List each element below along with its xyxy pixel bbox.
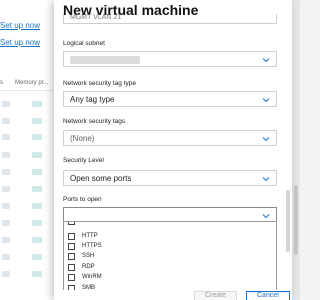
logical-subnet-select[interactable] bbox=[63, 51, 277, 67]
chevron-down-icon bbox=[262, 212, 270, 220]
bg-row-cell bbox=[32, 186, 42, 192]
bg-row-text bbox=[2, 237, 10, 243]
bg-row-cell bbox=[32, 169, 42, 175]
bg-row bbox=[0, 169, 60, 175]
page-scrollbar[interactable] bbox=[292, 0, 300, 300]
ports-dropdown-list[interactable]: HTTP HTTPS SSH RDP WinRM SMB bbox=[63, 221, 277, 300]
new-vm-dialog: New virtual machine MGMT VLAN 21 Logical… bbox=[54, 0, 292, 300]
bg-row bbox=[0, 118, 60, 124]
port-option-label: WinRM bbox=[82, 274, 102, 280]
bg-row-text bbox=[2, 203, 10, 209]
port-option-label: RDP bbox=[82, 264, 95, 270]
bg-col-1: s bbox=[0, 80, 3, 86]
bg-row-cell bbox=[32, 220, 42, 226]
bg-row bbox=[0, 152, 60, 158]
security-level-select[interactable]: Open some ports bbox=[63, 170, 277, 186]
bg-row-cell bbox=[32, 101, 42, 107]
ports-to-open-label: Ports to open bbox=[63, 196, 102, 203]
security-level-value: Open some ports bbox=[70, 174, 132, 183]
port-option-http[interactable]: HTTP bbox=[64, 232, 276, 242]
checkbox-empty-icon[interactable] bbox=[68, 274, 75, 281]
bg-row bbox=[0, 254, 60, 260]
bg-row-text bbox=[2, 169, 10, 175]
vlan-field-cutoff[interactable]: MGMT VLAN 21 bbox=[63, 14, 277, 24]
bg-row-cell bbox=[32, 152, 42, 158]
checkbox-empty-icon[interactable] bbox=[68, 264, 75, 271]
bg-row-text bbox=[2, 101, 10, 107]
chevron-down-icon bbox=[262, 56, 270, 64]
port-option-ssh[interactable]: SSH bbox=[64, 252, 276, 262]
bg-row-cell bbox=[32, 271, 42, 277]
bg-row bbox=[0, 237, 60, 243]
setup-link-2[interactable]: Set up now bbox=[0, 38, 40, 47]
redacted-value bbox=[70, 56, 140, 64]
bg-row bbox=[0, 186, 60, 192]
security-level-label: Security Level bbox=[63, 157, 104, 164]
nsg-tags-select[interactable]: (None) bbox=[63, 130, 277, 146]
bg-row-text bbox=[2, 186, 10, 192]
bg-col-2: Memory pr... bbox=[15, 80, 49, 86]
port-option-label: HTTPS bbox=[82, 243, 102, 249]
page-scrollbar-thumb[interactable] bbox=[294, 185, 298, 255]
checkbox-empty-icon[interactable] bbox=[68, 233, 75, 240]
setup-link[interactable]: Set up now bbox=[0, 21, 40, 30]
nsg-tag-type-select[interactable]: Any tag type bbox=[63, 91, 277, 107]
bg-row-text bbox=[2, 118, 10, 124]
bg-row bbox=[0, 220, 60, 226]
bg-row-text bbox=[2, 152, 10, 158]
bg-row-cell bbox=[32, 118, 42, 124]
chevron-down-icon bbox=[262, 175, 270, 183]
bg-row bbox=[0, 203, 60, 209]
nsg-tags-value: (None) bbox=[70, 134, 95, 143]
bg-rule bbox=[0, 90, 60, 91]
bg-row bbox=[0, 101, 60, 107]
create-button[interactable]: Create bbox=[194, 291, 238, 300]
bg-row-text bbox=[2, 134, 10, 140]
bg-row-text bbox=[2, 254, 10, 260]
port-option-rdp[interactable]: RDP bbox=[64, 263, 276, 273]
bg-row-cell bbox=[32, 254, 42, 260]
nsg-tag-type-value: Any tag type bbox=[70, 95, 115, 104]
port-option-https[interactable]: HTTPS bbox=[64, 242, 276, 252]
dialog-footer: Create Cancel bbox=[54, 290, 292, 300]
port-option-winrm[interactable]: WinRM bbox=[64, 273, 276, 283]
chevron-down-icon bbox=[262, 96, 270, 104]
nsg-tags-label: Network security tags bbox=[63, 118, 126, 125]
cancel-button[interactable]: Cancel bbox=[246, 291, 290, 300]
bg-row-cell bbox=[32, 237, 42, 243]
bg-row-cell bbox=[32, 203, 42, 209]
port-option-label: SSH bbox=[82, 253, 95, 259]
checkbox-empty-icon[interactable] bbox=[68, 253, 75, 260]
bg-row-cell bbox=[32, 134, 42, 140]
bg-row bbox=[0, 134, 60, 140]
dialog-scrollbar-thumb[interactable] bbox=[286, 190, 290, 252]
port-option-partial[interactable] bbox=[64, 222, 276, 227]
checkbox-empty-icon[interactable] bbox=[68, 222, 75, 225]
bg-row bbox=[0, 271, 60, 277]
bg-row-text bbox=[2, 271, 10, 277]
chevron-down-icon bbox=[262, 135, 270, 143]
nsg-tag-type-label: Network security tag type bbox=[63, 80, 136, 87]
port-option-label: HTTP bbox=[82, 233, 98, 239]
logical-subnet-label: Logical subnet bbox=[63, 40, 105, 47]
checkbox-empty-icon[interactable] bbox=[68, 243, 75, 250]
bg-row-text bbox=[2, 220, 10, 226]
